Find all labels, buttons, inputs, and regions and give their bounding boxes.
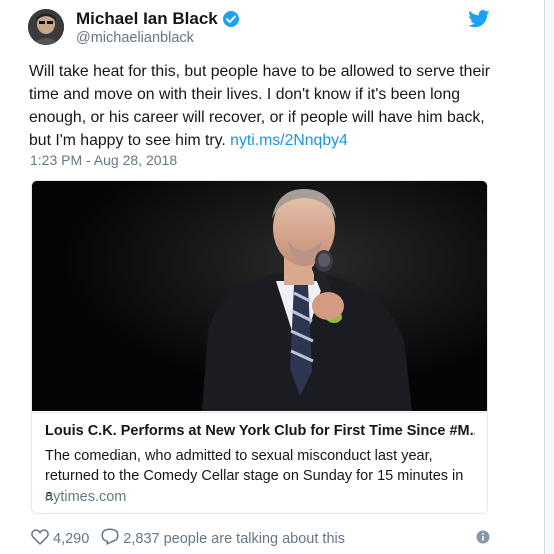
- verified-badge-icon: [222, 10, 240, 28]
- card-image: [32, 181, 487, 411]
- comment-icon[interactable]: [101, 528, 123, 549]
- info-icon[interactable]: [476, 530, 490, 544]
- embedded-tweet: Michael Ian Black @michaelianblack Will …: [0, 0, 554, 554]
- heart-icon[interactable]: [31, 528, 53, 549]
- card-domain: nytimes.com: [45, 489, 127, 505]
- twitter-bird-icon[interactable]: [468, 10, 490, 28]
- author-handle[interactable]: @michaelianblack: [76, 29, 194, 47]
- author-name[interactable]: Michael Ian Black: [76, 9, 218, 29]
- comment-action[interactable]: 2,837 people are talking about this: [101, 528, 345, 549]
- like-count: 4,290: [53, 530, 90, 547]
- tweet-link[interactable]: nyti.ms/2Nnqby4: [230, 132, 348, 149]
- tweet-text: Will take heat for this, but people have…: [29, 60, 509, 152]
- talking-count: 2,837 people are talking about this: [123, 530, 345, 547]
- tweet-actions: 4,290 2,837 people are talking about thi…: [31, 528, 345, 549]
- scrollbar-track[interactable]: [545, 0, 554, 554]
- tweet-timestamp[interactable]: 1:23 PM - Aug 28, 2018: [30, 152, 177, 168]
- avatar[interactable]: [28, 9, 64, 45]
- like-action[interactable]: 4,290: [31, 528, 90, 549]
- card-body: Louis C.K. Performs at New York Club for…: [32, 412, 487, 513]
- link-card[interactable]: Louis C.K. Performs at New York Club for…: [31, 180, 488, 514]
- card-title[interactable]: Louis C.K. Performs at New York Club for…: [45, 423, 475, 439]
